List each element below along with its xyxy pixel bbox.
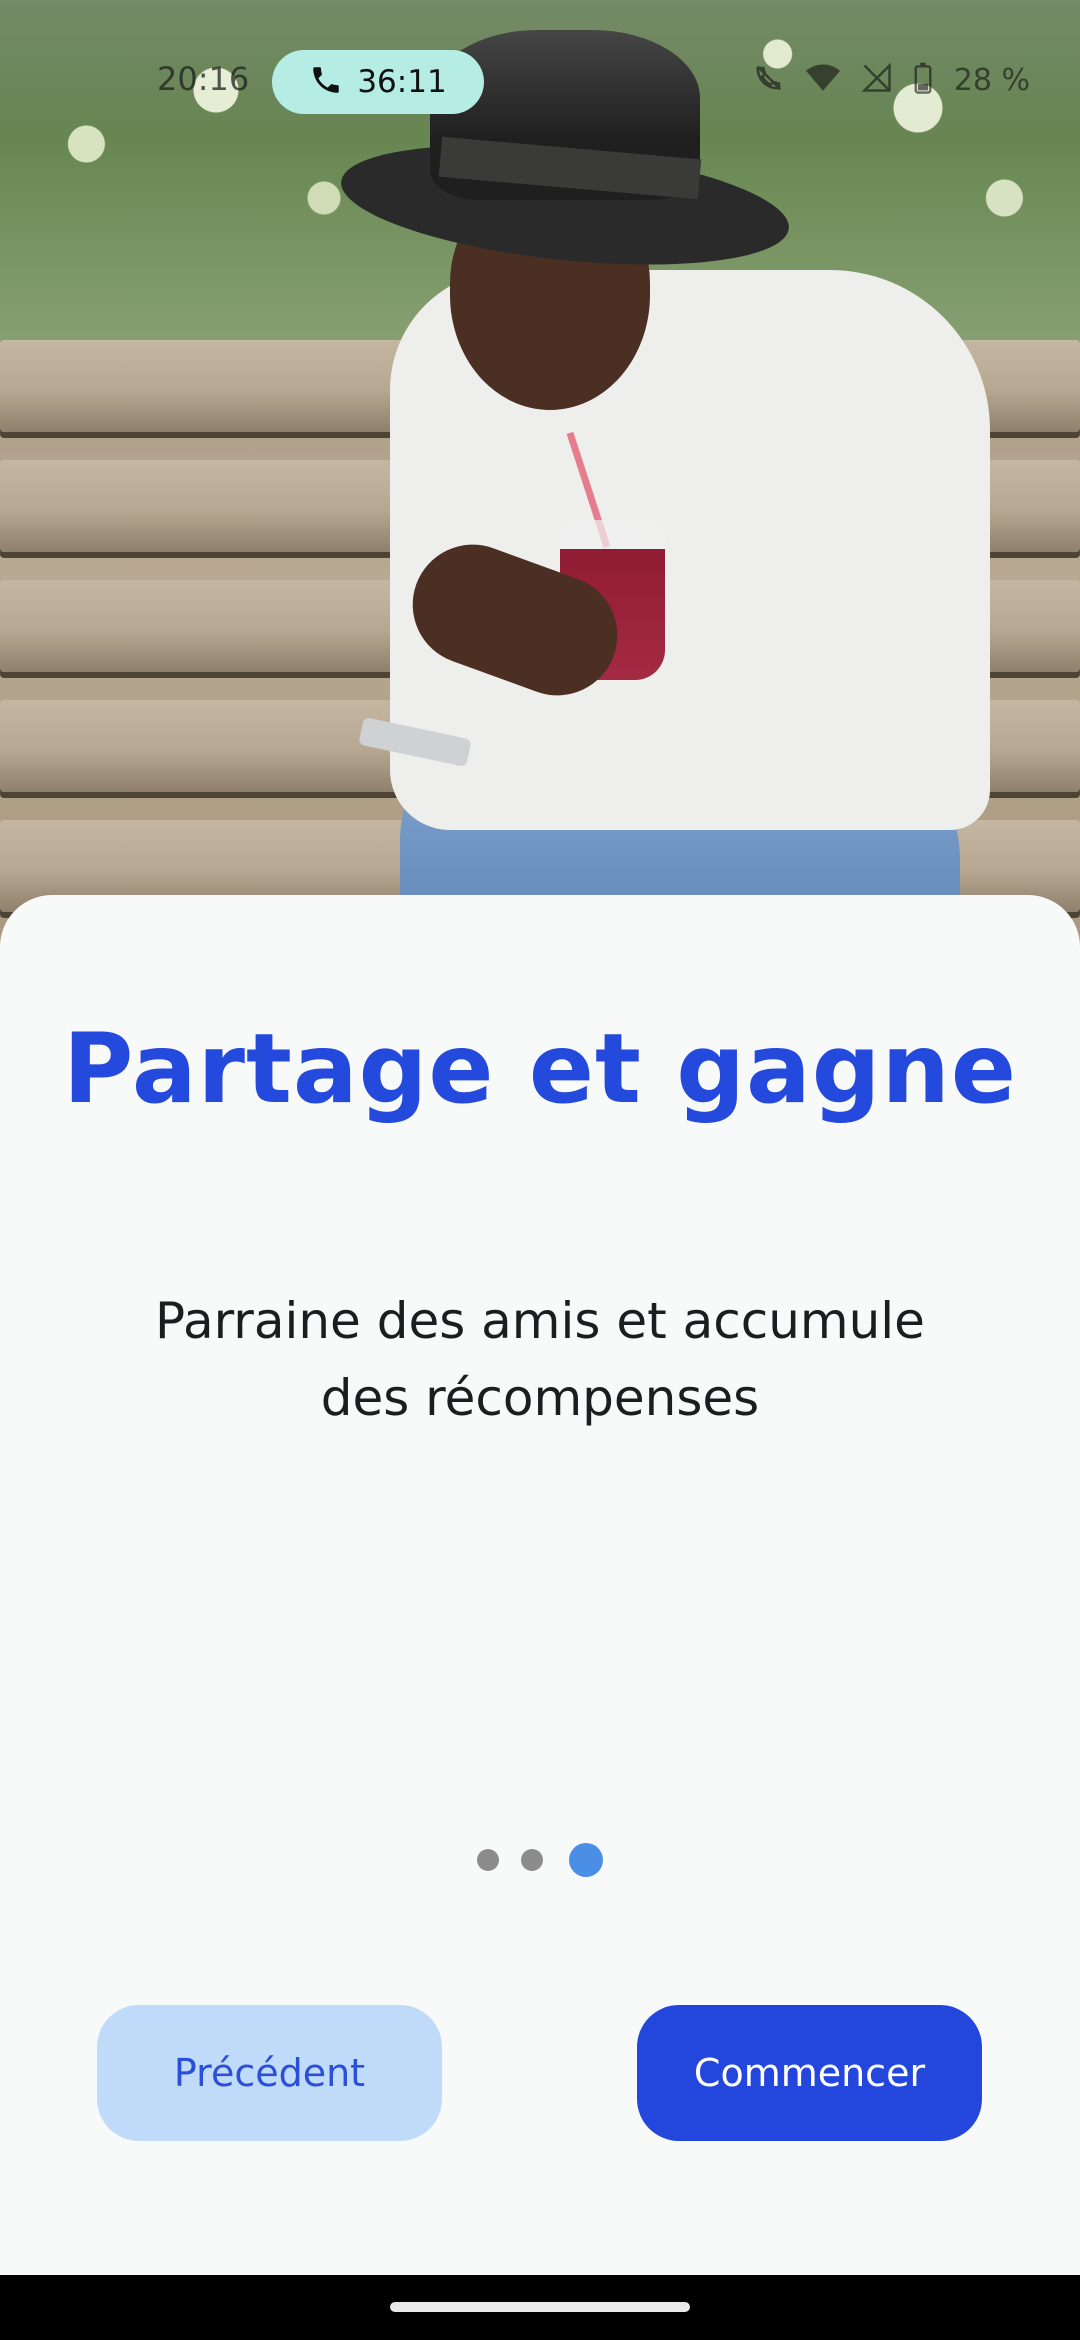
call-status-icon [754,63,784,97]
hero-image [0,0,1080,960]
navigation-bar [0,2275,1080,2340]
onboarding-subtitle: Parraine des amis et accumule des récomp… [155,1292,925,1427]
status-time: 20:16 [157,60,250,98]
previous-button[interactable]: Précédent [97,2005,442,2141]
status-bar: 20:16 36:11 28 % [0,0,1080,140]
ongoing-call-chip[interactable]: 36:11 [272,50,484,114]
signal-icon [861,62,892,97]
system-icons: 28 % [754,62,1030,98]
onboarding-title: Partage et gagne [63,1013,1017,1125]
start-button[interactable]: Commencer [637,2005,982,2141]
home-gesture-handle[interactable] [390,2302,690,2312]
call-timer: 36:11 [357,64,447,100]
wifi-icon [805,63,840,97]
page-dot[interactable] [477,1849,499,1871]
page-indicator [0,1840,1080,1880]
battery-percent: 28 % [953,62,1030,98]
page-dot[interactable] [521,1849,543,1871]
phone-icon [309,63,343,101]
page-dot-active[interactable] [569,1843,603,1877]
battery-icon [914,62,932,98]
